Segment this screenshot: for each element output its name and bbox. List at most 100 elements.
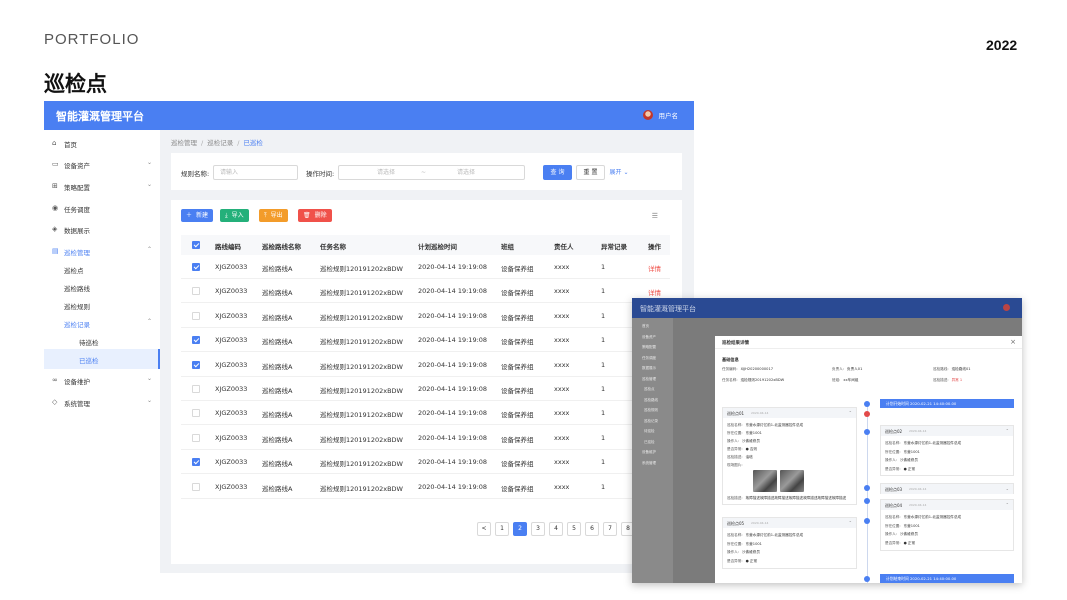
expand-button[interactable]: 展开 ⌄ — [607, 165, 631, 180]
field-value: ● 正常 — [745, 558, 758, 563]
card-header[interactable]: 巡检点04 2020-04-14 ⌃ — [881, 500, 1013, 510]
column-header[interactable]: 路线编码 — [215, 241, 241, 251]
field-value: 东营水源灯亿前1-北监测器控件总成 — [745, 423, 804, 427]
sidebar-item-system[interactable]: ◇ 系统管理 ⌄ — [44, 392, 160, 412]
site-photo[interactable] — [780, 470, 804, 492]
sidebar-item-home[interactable]: ⌂ 首页 — [44, 133, 160, 153]
sidebar-item-data[interactable]: ◈ 数据展示 — [44, 219, 160, 239]
new-button[interactable]: ＋新建 — [181, 209, 214, 222]
row-checkbox[interactable] — [192, 385, 200, 393]
row-checkbox[interactable] — [192, 409, 200, 418]
end-date-input[interactable]: 请选择 — [457, 166, 475, 179]
column-header[interactable]: 班组 — [501, 241, 514, 251]
breadcrumb-item[interactable]: 巡检记录 — [207, 139, 233, 147]
page-button[interactable]: 4 — [549, 522, 563, 536]
row-checkbox[interactable] — [192, 263, 200, 271]
page-button[interactable]: 1 — [495, 522, 509, 536]
sidebar-item-points[interactable]: 巡检点 — [44, 259, 160, 279]
table-row[interactable]: XJGZ0033 巡检路线A 巡检规则120191202xBDW 2020-04-14… — [181, 377, 670, 401]
page-button[interactable]: 3 — [531, 522, 545, 536]
table-cell: 巡检路线A — [262, 338, 293, 347]
table-cell: 2020-04-14 19:19:08 — [418, 360, 488, 369]
prev-page-button[interactable]: < — [477, 522, 491, 536]
table-row[interactable]: XJGZ0033 巡检路线A 巡检规则120191202xBDW 2020-04-14… — [181, 475, 670, 499]
detail-link[interactable]: 详情 — [648, 263, 661, 273]
column-header[interactable]: 责任人 — [554, 241, 574, 251]
row-checkbox[interactable] — [192, 433, 200, 442]
table-row[interactable]: XJGZ0033 巡检路线A 巡检规则120191202xBDW 2020-04-14… — [181, 328, 670, 353]
modal-title: 巡检结果详情 — [722, 341, 749, 346]
table-cell: 设备保养组 — [501, 289, 534, 298]
page-button[interactable]: 2 — [513, 522, 527, 536]
sidebar-item-schedule[interactable]: ◉ 任务调度 — [44, 198, 160, 218]
table-row[interactable]: XJGZ0033 巡检路线A 巡检规则120191202xBDW 2020-04-14… — [181, 353, 670, 377]
table-row[interactable]: XJGZ0033 巡检路线A 巡检规则120191202xBDW 2020-04-14… — [181, 401, 670, 426]
field-key: 巡检描述: — [727, 496, 743, 500]
table-cell: 1 — [601, 360, 606, 369]
rule-name-input[interactable]: 请输入 — [213, 165, 298, 180]
sidebar-item-label: 数据展示 — [64, 227, 90, 235]
table-row[interactable]: XJGZ0033 巡检路线A 巡检规则120191202xBDW 2020-04-14… — [181, 450, 670, 475]
sidebar-item-pending[interactable]: 待巡检 — [44, 331, 160, 351]
sidebar-item-maintenance[interactable]: ∞ 设备维护 ⌄ — [44, 370, 160, 390]
table-cell: xxxx — [554, 458, 570, 467]
delete-button[interactable]: 🗑 删除 — [298, 209, 332, 222]
field-value: 东营1001 — [903, 523, 920, 528]
sidebar-item-label: 设备维护 — [64, 378, 90, 386]
start-date-input[interactable]: 请选择 — [377, 166, 395, 179]
table-row[interactable]: XJGZ0033 巡检路线A 巡检规则120191202xBDW 2020-04-14… — [181, 304, 670, 328]
page-button[interactable]: 6 — [585, 522, 599, 536]
card-header[interactable]: 巡检点03 2020-04-14 ⌄ — [881, 484, 1013, 494]
card-header[interactable]: 巡检点01 2020-04-14 ⌃ — [723, 408, 856, 418]
table-cell: 设备保养组 — [501, 338, 534, 347]
card-header[interactable]: 巡检点05 2020-04-14 ⌃ — [723, 518, 856, 528]
table-cell: 巡检规则120191202xBDW — [320, 411, 403, 420]
sidebar-item-done[interactable]: 已巡检 — [44, 349, 160, 369]
user-menu[interactable]: 用户名 — [642, 110, 678, 120]
export-button[interactable]: ⤒ 导出 — [259, 209, 288, 222]
sidebar-item-routes[interactable]: 巡检路线 — [44, 277, 160, 297]
table-row[interactable]: XJGZ0033 巡检路线A 巡检规则120191202xBDW 2020-04-14… — [181, 255, 670, 279]
column-settings-icon[interactable]: ☰ — [652, 212, 658, 220]
sidebar-item-label: 设备维护 — [642, 450, 656, 454]
close-icon[interactable]: × — [1010, 338, 1016, 346]
table-row[interactable]: XJGZ0033 巡检路线A 巡检规则120191202xBDW 2020-04-14… — [181, 279, 670, 304]
row-checkbox[interactable] — [192, 287, 200, 296]
table-cell: 设备保养组 — [501, 387, 534, 395]
date-range-picker[interactable]: 请选择 ~ 请选择 — [338, 165, 525, 180]
detail-link[interactable]: 详情 — [648, 287, 661, 297]
sidebar-item-records[interactable]: 巡检记录 ⌃ — [44, 313, 160, 333]
sidebar-item-label: 巡检记录 — [644, 418, 658, 423]
row-checkbox[interactable] — [192, 336, 200, 345]
sidebar-item-label: 巡检点 — [644, 387, 655, 391]
breadcrumb-item[interactable]: 巡检管理 — [171, 139, 197, 147]
page-button[interactable]: 7 — [603, 522, 617, 536]
sidebar-item-rules[interactable]: 巡检规则 — [44, 295, 160, 315]
site-photo[interactable] — [753, 470, 777, 492]
card-date: 2020-04-14 — [751, 411, 769, 415]
reset-button[interactable]: 重 置 — [576, 165, 605, 180]
card-title: 巡检点02 — [885, 429, 903, 434]
sidebar-item-strategy[interactable]: ⊞ 策略配置 ⌄ — [44, 176, 160, 196]
column-header[interactable]: 计划巡检时间 — [418, 241, 457, 251]
select-all-checkbox[interactable] — [192, 241, 200, 249]
table-cell: 巡检规则120191202xBDW — [320, 313, 403, 322]
detail-user — [1003, 304, 1014, 311]
import-button[interactable]: ⤓ 导入 — [220, 209, 249, 222]
row-checkbox[interactable] — [192, 360, 200, 369]
card-field: 是否异常: ● 正常 — [885, 541, 915, 546]
row-checkbox[interactable] — [192, 458, 200, 467]
column-header[interactable]: 巡检路线名称 — [262, 241, 301, 251]
table-cell: XJGZ0033 — [215, 263, 248, 271]
field-value: ● 否则 — [745, 447, 758, 451]
card-header[interactable]: 巡检点02 2020-04-14 ⌃ — [881, 426, 1013, 436]
table-row[interactable]: XJGZ0033 巡检路线A 巡检规则120191202xBDW 2020-04-14… — [181, 426, 670, 450]
sidebar-item-assets[interactable]: ▭ 设备资产 ⌄ — [44, 154, 160, 174]
column-header[interactable]: 任务名称 — [320, 241, 346, 251]
row-checkbox[interactable] — [192, 311, 200, 320]
row-checkbox[interactable] — [192, 482, 200, 491]
sidebar-item-inspection[interactable]: ▤ 巡检管理 ⌃ — [44, 241, 160, 261]
column-header[interactable]: 异常记录 — [601, 241, 627, 251]
page-button[interactable]: 5 — [567, 522, 581, 536]
query-button[interactable]: 查 询 — [543, 165, 572, 180]
